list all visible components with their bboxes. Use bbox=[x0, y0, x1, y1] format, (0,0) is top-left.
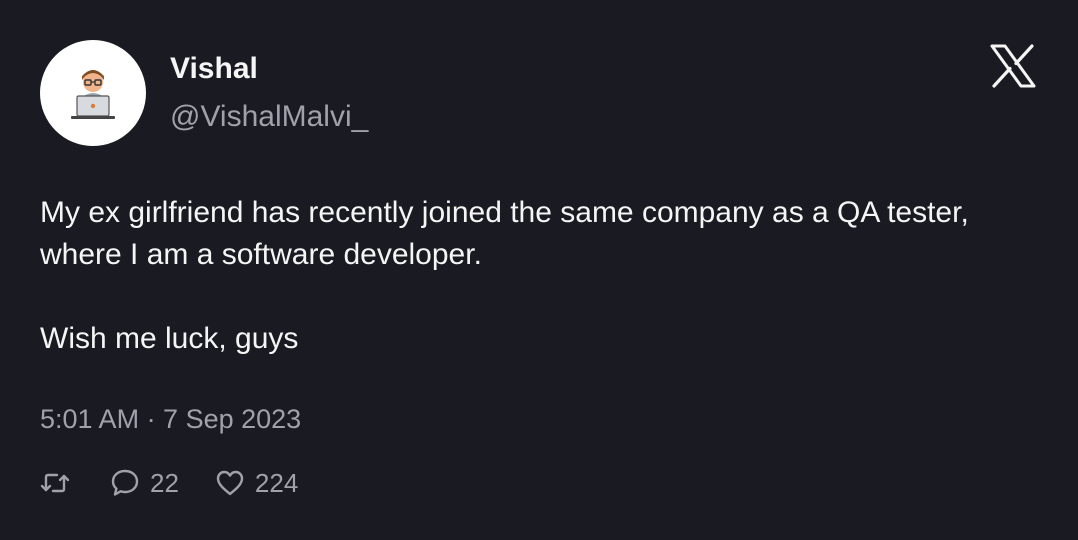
avatar[interactable] bbox=[40, 40, 146, 146]
retweet-button[interactable] bbox=[40, 470, 70, 496]
reply-button[interactable]: 22 bbox=[110, 468, 179, 499]
retweet-icon bbox=[40, 473, 70, 493]
author-handle[interactable]: @VishalMalvi_ bbox=[170, 100, 368, 134]
tweet-text: My ex girlfriend has recently joined the… bbox=[40, 192, 1040, 360]
reply-icon bbox=[111, 469, 139, 496]
like-button[interactable]: 224 bbox=[215, 468, 298, 499]
reply-count: 22 bbox=[150, 467, 179, 498]
tweet-line-1: My ex girlfriend has recently joined the… bbox=[40, 196, 969, 271]
like-count: 224 bbox=[254, 467, 299, 498]
tweet-actions: 22 224 bbox=[40, 463, 298, 503]
tweet-timestamp[interactable]: 5:01 AM · 7 Sep 2023 bbox=[40, 404, 301, 435]
tweet-card: Vishal @VishalMalvi_ My ex girlfriend ha… bbox=[0, 0, 1078, 540]
heart-icon bbox=[216, 470, 244, 496]
developer-avatar-icon bbox=[71, 70, 115, 119]
x-logo-icon[interactable] bbox=[990, 44, 1036, 88]
tweet-line-2: Wish me luck, guys bbox=[40, 322, 299, 355]
author-name[interactable]: Vishal bbox=[170, 52, 258, 86]
